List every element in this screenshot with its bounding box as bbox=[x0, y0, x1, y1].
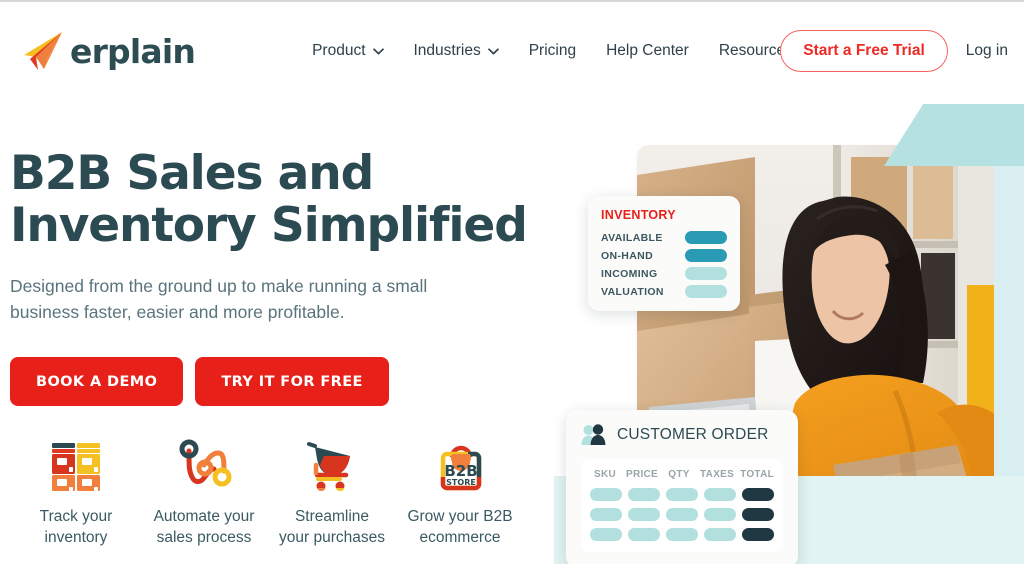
inventory-row: ON-HAND bbox=[601, 249, 727, 262]
svg-text:STORE: STORE bbox=[446, 478, 476, 487]
feature-grow-b2b-ecommerce[interactable]: B2B STORE Grow your B2B ecommerce bbox=[396, 437, 524, 549]
order-column-header: TAXES bbox=[700, 469, 735, 480]
feature-label: Track your inventory bbox=[40, 507, 113, 549]
table-row bbox=[590, 488, 774, 501]
inventory-card-title: INVENTORY bbox=[601, 208, 676, 222]
inventory-row-bar bbox=[685, 231, 727, 244]
chevron-down-icon bbox=[372, 47, 384, 54]
customer-order-card: CUSTOMER ORDER SKU PRICE QTY TAXES TOTAL bbox=[566, 410, 798, 564]
b2b-store-bag-icon: B2B STORE bbox=[440, 445, 482, 491]
order-column-header: PRICE bbox=[625, 469, 659, 480]
feature-label: Automate your sales process bbox=[154, 507, 255, 549]
order-cell-total bbox=[742, 488, 774, 501]
landing-page: INVENTORY AVAILABLE ON-HAND INCOMING VAL… bbox=[0, 0, 1024, 564]
inventory-row-label: VALUATION bbox=[601, 285, 664, 298]
order-cell bbox=[704, 488, 736, 501]
nav-item-industries[interactable]: Industries bbox=[399, 36, 514, 66]
feature-label-line-1: Streamline bbox=[294, 508, 370, 525]
customer-order-title: CUSTOMER ORDER bbox=[617, 426, 769, 443]
hero-cta-row: BOOK A DEMO TRY IT FOR FREE bbox=[10, 357, 550, 407]
order-column-header: TOTAL bbox=[740, 469, 775, 480]
table-row bbox=[590, 528, 774, 541]
order-cell bbox=[666, 508, 698, 521]
feature-label: Streamline your purchases bbox=[279, 507, 385, 549]
inventory-row: VALUATION bbox=[601, 285, 727, 298]
feature-automate-sales[interactable]: Automate your sales process bbox=[140, 437, 268, 549]
inventory-row-bar bbox=[685, 249, 727, 262]
table-row bbox=[590, 508, 774, 521]
order-column-header: QTY bbox=[668, 469, 690, 480]
hero-title-line-1: B2B Sales and bbox=[10, 146, 374, 201]
order-cell bbox=[628, 528, 660, 541]
try-it-for-free-button[interactable]: TRY IT FOR FREE bbox=[195, 357, 389, 407]
order-column-header: SKU bbox=[593, 469, 616, 480]
login-link[interactable]: Log in bbox=[962, 36, 1012, 66]
inventory-row-label: INCOMING bbox=[601, 267, 658, 280]
order-cell-total bbox=[742, 528, 774, 541]
hero-content: B2B Sales and Inventory Simplified Desig… bbox=[10, 146, 550, 407]
logo-wordmark: erplain bbox=[70, 31, 196, 71]
inventory-row-bar bbox=[685, 267, 727, 280]
people-icon bbox=[581, 424, 606, 445]
book-a-demo-button[interactable]: BOOK A DEMO bbox=[10, 357, 184, 407]
feature-label: Grow your B2B ecommerce bbox=[407, 507, 512, 549]
nav-item-product[interactable]: Product bbox=[297, 36, 398, 66]
feature-label-line-1: Grow your B2B bbox=[407, 508, 513, 525]
nav-item-label: Pricing bbox=[528, 42, 577, 59]
start-free-trial-button[interactable]: Start a Free Trial bbox=[780, 30, 948, 72]
order-cell bbox=[704, 508, 736, 521]
feature-highlights: Track your inventory Automate your sales… bbox=[12, 437, 542, 549]
feature-streamline-purchases[interactable]: Streamline your purchases bbox=[268, 437, 396, 549]
feature-label-line-2: inventory bbox=[44, 528, 108, 546]
paper-plane-logo-icon bbox=[24, 32, 62, 70]
order-table: SKU PRICE QTY TAXES TOTAL bbox=[581, 459, 783, 552]
inventory-row: AVAILABLE bbox=[601, 231, 727, 244]
order-cell bbox=[590, 488, 622, 501]
nav-item-label: Product bbox=[312, 42, 366, 59]
chevron-down-icon bbox=[487, 47, 499, 54]
hero-subtitle: Designed from the ground up to make runn… bbox=[10, 276, 428, 323]
logo-link[interactable]: erplain bbox=[14, 29, 196, 73]
stacked-boxes-icon bbox=[52, 443, 100, 491]
workflow-nodes-icon bbox=[179, 439, 232, 487]
nav-item-help-center[interactable]: Help Center bbox=[591, 36, 704, 66]
order-cell-total bbox=[742, 508, 774, 521]
main-navigation: Product Industries Pricing Help Center R… bbox=[297, 36, 826, 66]
feature-label-line-2: ecommerce bbox=[419, 528, 501, 546]
nav-item-label: Industries bbox=[413, 42, 481, 59]
order-table-header-row: SKU PRICE QTY TAXES TOTAL bbox=[590, 469, 774, 480]
feature-label-line-2: your purchases bbox=[279, 528, 385, 546]
feature-label-line-1: Automate your bbox=[153, 508, 255, 525]
order-cell bbox=[590, 508, 622, 521]
teal-accent-shape bbox=[884, 104, 1024, 166]
order-cell bbox=[666, 528, 698, 541]
order-cell bbox=[666, 488, 698, 501]
inventory-row: INCOMING bbox=[601, 267, 727, 280]
nav-item-label: Help Center bbox=[606, 42, 689, 59]
inventory-card: INVENTORY AVAILABLE ON-HAND INCOMING VAL… bbox=[588, 196, 740, 311]
feature-label-line-1: Track your bbox=[39, 508, 113, 525]
order-cell bbox=[704, 528, 736, 541]
hero-title-line-2: Inventory Simplified bbox=[10, 198, 528, 254]
customer-order-header: CUSTOMER ORDER bbox=[581, 424, 783, 446]
page-title: B2B Sales and Inventory Simplified bbox=[10, 146, 550, 254]
inventory-row-bar bbox=[685, 285, 727, 298]
order-cell bbox=[628, 508, 660, 521]
header-actions: Start a Free Trial Log in bbox=[780, 30, 1012, 72]
feature-track-inventory[interactable]: Track your inventory bbox=[12, 437, 140, 549]
feature-label-line-2: sales process bbox=[156, 528, 252, 546]
shopping-cart-icon bbox=[307, 442, 350, 492]
nav-item-pricing[interactable]: Pricing bbox=[514, 36, 591, 66]
inventory-row-label: AVAILABLE bbox=[601, 231, 663, 244]
inventory-row-label: ON-HAND bbox=[601, 249, 654, 262]
site-header: erplain Product Industries Pricing Help … bbox=[0, 2, 1024, 100]
order-cell bbox=[628, 488, 660, 501]
order-cell bbox=[590, 528, 622, 541]
